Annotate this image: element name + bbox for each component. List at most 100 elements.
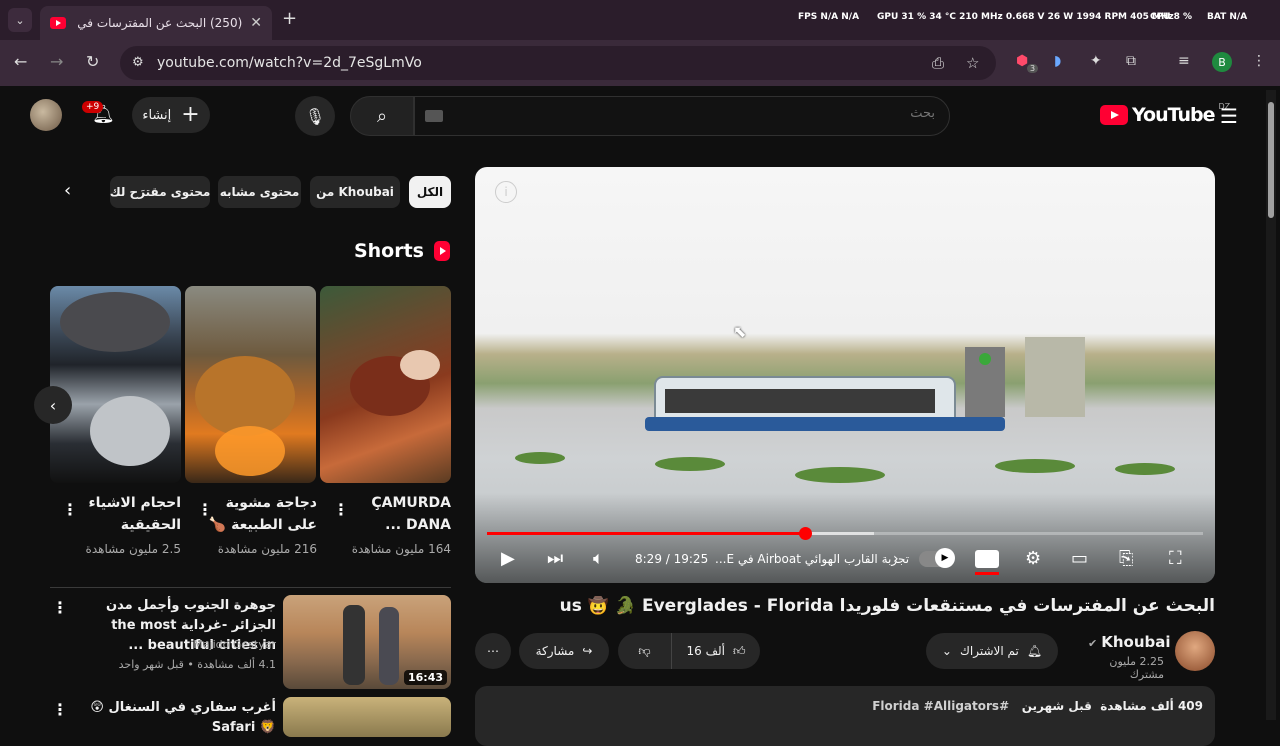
- chip-related[interactable]: محتوى مشابه: [218, 176, 301, 208]
- tab-title: (250) البحث عن المفترسات في مستنقعات: [74, 16, 243, 30]
- short-views: 216 مليون مشاهدة: [217, 542, 317, 556]
- video-duration: 16:43: [403, 670, 447, 685]
- lily-pad: [795, 467, 885, 483]
- hud-gpu: GPU 31 % 34 °C 210 MHz 0.668 V 26 W 1994…: [877, 12, 1174, 22]
- extension-puzzle-dark-icon[interactable]: ✦: [1090, 53, 1102, 69]
- chips-scroll-left-icon[interactable]: ‹: [64, 180, 71, 201]
- recommended-thumbnail[interactable]: [283, 697, 451, 737]
- recommended-more-icon[interactable]: ⋮: [52, 598, 68, 617]
- search-box[interactable]: [414, 96, 950, 136]
- progress-bar[interactable]: [487, 527, 1203, 540]
- new-tab-icon[interactable]: +: [282, 8, 297, 29]
- short-title[interactable]: دجاجة مشوية على الطبيعة 🍗: [207, 492, 317, 536]
- like-button[interactable]: 16 ألف 👍︎: [672, 633, 760, 669]
- short-thumbnail[interactable]: [50, 286, 181, 483]
- keyboard-icon[interactable]: [425, 110, 443, 122]
- close-tab-icon[interactable]: ✕: [250, 15, 262, 31]
- cast-icon[interactable]: ⎘: [1119, 548, 1133, 569]
- hamburger-menu-icon[interactable]: ☰: [1220, 104, 1238, 128]
- address-bar[interactable]: ⚙ youtube.com/watch?v=2d_7eSgLmVo ⎙ ☆: [120, 46, 996, 80]
- recommended-title[interactable]: أغرب سفاري في السنغال 😲🦁 Safari: [76, 698, 276, 738]
- description-box[interactable]: 409 ألف مشاهدة قبل شهرين #Florida #Allig…: [475, 686, 1215, 746]
- scrollbar-thumb[interactable]: [1268, 102, 1274, 218]
- thumbnail-detail: [60, 292, 170, 352]
- chapter-chevron-icon[interactable]: ›: [893, 551, 899, 567]
- tab-youtube[interactable]: (250) البحث عن المفترسات في مستنقعات ✕: [40, 6, 272, 40]
- browser-tabstrip: ⌄ (250) البحث عن المفترسات في مستنقعات ✕…: [0, 0, 1280, 40]
- thumb-up-icon: 👍︎: [732, 643, 746, 658]
- short-thumbnail[interactable]: [185, 286, 316, 483]
- profile-avatar[interactable]: B: [1212, 52, 1232, 72]
- recommended-channel[interactable]: Majido Gestyar: [76, 638, 276, 651]
- recommended-meta: 4.1 ألف مشاهدة • قبل شهر واحد: [118, 658, 276, 671]
- chip-all[interactable]: الكل: [409, 176, 451, 208]
- voice-search-mic-icon[interactable]: 🎙︎: [295, 96, 335, 136]
- back-icon[interactable]: ←: [14, 52, 27, 71]
- extension-audio-icon[interactable]: ◗: [1054, 53, 1061, 69]
- video-player[interactable]: i ▶ ⏭︎ 🔈︎ 8:29 / 19:25 تجربة القارب الهو…: [475, 167, 1215, 583]
- next-icon[interactable]: ⏭︎: [547, 548, 563, 569]
- controls-gradient: [475, 493, 1215, 583]
- fullscreen-icon[interactable]: ⛶: [1169, 548, 1182, 569]
- verified-icon: ✔: [1088, 637, 1098, 650]
- description-meta: 409 ألف مشاهدة قبل شهرين #Florida #Allig…: [872, 699, 1203, 713]
- info-icon[interactable]: i: [495, 181, 517, 203]
- short-title[interactable]: احجام الاشياء الحقيقية: [71, 492, 182, 536]
- hashtags[interactable]: #Florida #Alligators: [872, 699, 1009, 713]
- create-button[interactable]: إنشاء +: [132, 97, 210, 133]
- theater-mode-icon[interactable]: ▭: [1071, 548, 1088, 569]
- dislike-button[interactable]: 👎︎: [618, 633, 672, 669]
- chevron-down-icon: ⌄: [941, 644, 952, 658]
- recommended-more-icon[interactable]: ⋮: [52, 700, 68, 719]
- url-text: youtube.com/watch?v=2d_7eSgLmVo: [157, 55, 422, 71]
- autoplay-toggle[interactable]: [919, 548, 955, 568]
- thumbnail-detail: [195, 356, 295, 436]
- search-icon: ⌕: [376, 105, 388, 127]
- media-control-icon[interactable]: ≡: [1178, 53, 1190, 69]
- volume-icon[interactable]: 🔈︎: [593, 548, 604, 569]
- airboat-scene: [645, 337, 1085, 431]
- share-icon: ↪: [582, 644, 593, 658]
- hud-bat: BAT N/A: [1207, 12, 1248, 22]
- mouse-cursor-icon: ⬉: [733, 322, 747, 341]
- shorts-prev-button[interactable]: ‹: [34, 386, 72, 424]
- more-actions-button[interactable]: ⋯: [475, 633, 511, 669]
- scrubber-handle[interactable]: [798, 527, 812, 540]
- chapter-title[interactable]: تجربة القارب الهوائي Airboat في E...: [715, 552, 909, 566]
- recommended-thumbnail[interactable]: 16:43: [283, 595, 451, 689]
- install-app-icon[interactable]: ⎙: [932, 54, 944, 72]
- chip-recommended[interactable]: محتوى مقترَح لك: [110, 176, 210, 208]
- short-thumbnail[interactable]: [320, 286, 451, 483]
- short-more-icon[interactable]: ⋮: [333, 500, 349, 519]
- shorts-logo-icon: [434, 241, 450, 261]
- browser-menu-icon[interactable]: ⋮: [1252, 53, 1266, 69]
- share-button[interactable]: مشاركة ↪: [519, 633, 609, 669]
- chip-from-channel[interactable]: من Khoubai: [310, 176, 400, 208]
- channel-avatar[interactable]: [1175, 631, 1215, 671]
- page-scrollbar[interactable]: [1266, 90, 1276, 720]
- reload-icon[interactable]: ↻: [86, 52, 99, 71]
- extensions-icon[interactable]: ⧉: [1126, 53, 1136, 69]
- short-title[interactable]: ÇAMURDA DANA ...: [341, 492, 451, 536]
- browser-toolbar: ← → ↻ ⚙ youtube.com/watch?v=2d_7eSgLmVo …: [0, 40, 1280, 86]
- forward-icon[interactable]: →: [50, 52, 63, 71]
- thumb-down-icon: 👎︎: [638, 643, 651, 658]
- tab-search-dropdown[interactable]: ⌄: [8, 8, 32, 32]
- thumbnail-detail: [400, 350, 440, 380]
- settings-gear-icon[interactable]: ⚙: [1025, 548, 1041, 569]
- search-button[interactable]: ⌕: [350, 96, 414, 136]
- play-icon[interactable]: ▶: [501, 548, 515, 569]
- subscribe-button[interactable]: ⌄ تم الاشتراك 🔔︎: [926, 633, 1058, 669]
- channel-name[interactable]: ✔ Khoubai: [1088, 633, 1171, 651]
- short-more-icon[interactable]: ⋮: [62, 500, 78, 519]
- upload-date: قبل شهرين: [1021, 699, 1092, 713]
- account-avatar[interactable]: [30, 99, 62, 131]
- subtitles-icon[interactable]: [975, 550, 999, 575]
- short-more-icon[interactable]: ⋮: [197, 500, 213, 519]
- search-input[interactable]: [535, 106, 935, 121]
- site-info-icon[interactable]: ⚙: [132, 55, 144, 70]
- shorts-heading-label: Shorts: [353, 240, 424, 262]
- youtube-logo[interactable]: YouTube DZ: [1100, 102, 1230, 126]
- bookmark-star-icon[interactable]: ☆: [966, 54, 979, 72]
- lily-pad: [1115, 463, 1175, 475]
